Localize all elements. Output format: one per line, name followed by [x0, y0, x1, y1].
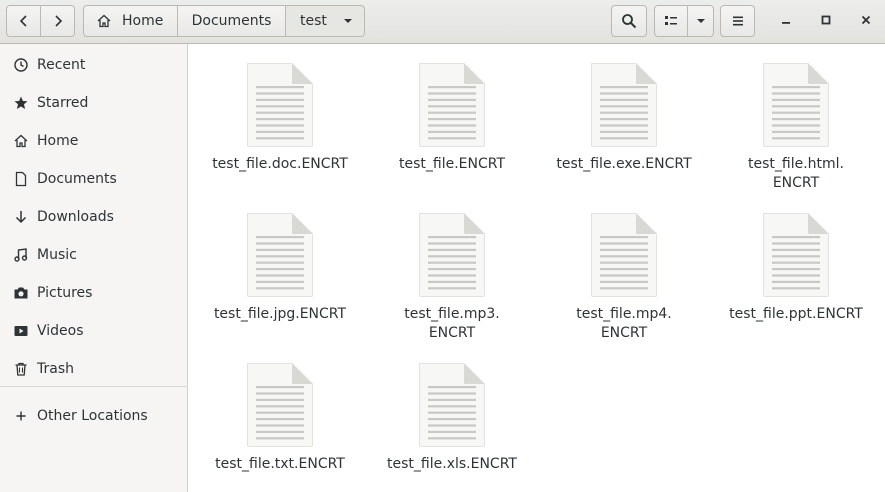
sidebar-item-other-locations[interactable]: Other Locations [0, 397, 187, 435]
file-item[interactable]: test_file.ppt.ENCRT [710, 194, 882, 324]
file-name-label: test_file.mp3. ENCRT [404, 306, 500, 341]
sidebar-item-videos[interactable]: Videos [0, 312, 187, 350]
view-options-button[interactable] [688, 5, 714, 37]
back-button[interactable] [6, 5, 41, 37]
menu-button[interactable] [720, 5, 755, 37]
sidebar-separator [0, 386, 187, 387]
list-view-icon [663, 13, 679, 29]
file-name-label: test_file.html. ENCRT [748, 156, 844, 191]
text-document-icon [418, 362, 486, 448]
file-item[interactable]: test_file.exe.ENCRT [538, 44, 710, 174]
sidebar-item-label: Music [37, 247, 77, 263]
download-icon [13, 209, 29, 225]
file-name-label: test_file.txt.ENCRT [215, 456, 345, 472]
sidebar-item-starred[interactable]: Starred [0, 84, 187, 122]
file-name-label: test_file.ppt.ENCRT [729, 306, 863, 322]
sidebar-item-downloads[interactable]: Downloads [0, 198, 187, 236]
file-name-label: test_file.ENCRT [398, 156, 505, 172]
trash-icon [13, 361, 29, 377]
breadcrumb-documents[interactable]: Documents [178, 5, 286, 37]
chevron-down-icon [696, 16, 706, 26]
sidebar-item-label: Home [37, 133, 79, 149]
video-icon [13, 323, 29, 339]
text-document-icon [590, 212, 658, 298]
path-bar: Home Documents test [83, 5, 365, 37]
text-document-icon [246, 62, 314, 148]
sidebar-item-trash[interactable]: Trash [0, 350, 187, 388]
file-name-label: test_file.exe.ENCRT [556, 156, 692, 172]
text-document-icon [762, 212, 830, 298]
file-item[interactable]: test_file.html. ENCRT [710, 44, 882, 193]
file-name-label: test_file.mp4. ENCRT [576, 306, 672, 341]
file-name-label: test_file.jpg.ENCRT [213, 306, 347, 322]
file-item[interactable]: test_file.jpg.ENCRT [194, 194, 366, 324]
close-icon [860, 14, 872, 30]
sidebar-item-documents[interactable]: Documents [0, 160, 187, 198]
file-item[interactable]: test_file.ENCRT [366, 44, 538, 174]
sidebar-item-label: Pictures [37, 285, 93, 301]
minimize-icon [780, 14, 792, 30]
sidebar-item-label: Other Locations [37, 408, 148, 424]
star-icon [13, 95, 29, 111]
sidebar-item-label: Starred [37, 95, 89, 111]
minimize-button[interactable] [776, 12, 796, 32]
file-grid: test_file.doc.ENCRT test_file.ENCRT test… [188, 44, 885, 492]
search-button[interactable] [611, 5, 647, 37]
sidebar: Recent Starred Home Documents Downloads … [0, 44, 188, 492]
hamburger-menu-icon [730, 13, 746, 29]
clock-icon [13, 57, 29, 73]
chevron-right-icon [50, 13, 66, 29]
breadcrumb-label: test [300, 13, 327, 29]
view-list-button[interactable] [654, 5, 688, 37]
text-document-icon [246, 362, 314, 448]
camera-icon [13, 285, 29, 301]
header-bar: Home Documents test [0, 0, 885, 44]
text-document-icon [418, 212, 486, 298]
breadcrumb-label: Documents [191, 13, 272, 29]
sidebar-item-recent[interactable]: Recent [0, 46, 187, 84]
maximize-icon [820, 14, 832, 30]
sidebar-item-label: Documents [37, 171, 117, 187]
text-document-icon [418, 62, 486, 148]
sidebar-item-label: Recent [37, 57, 86, 73]
chevron-left-icon [16, 13, 32, 29]
sidebar-item-pictures[interactable]: Pictures [0, 274, 187, 312]
document-icon [13, 171, 29, 187]
text-document-icon [246, 212, 314, 298]
forward-button[interactable] [41, 5, 75, 37]
home-icon [96, 13, 112, 29]
file-item[interactable]: test_file.txt.ENCRT [194, 344, 366, 474]
sidebar-item-label: Downloads [37, 209, 114, 225]
home-icon [13, 133, 29, 149]
search-icon [621, 13, 637, 29]
file-name-label: test_file.doc.ENCRT [212, 156, 348, 172]
sidebar-item-music[interactable]: Music [0, 236, 187, 274]
sidebar-item-label: Trash [37, 361, 74, 377]
file-item[interactable]: test_file.doc.ENCRT [194, 44, 366, 174]
breadcrumb-label: Home [122, 13, 164, 29]
file-item[interactable]: test_file.mp4. ENCRT [538, 194, 710, 343]
file-name-label: test_file.xls.ENCRT [387, 456, 517, 472]
plus-icon [13, 408, 29, 424]
maximize-button[interactable] [816, 12, 836, 32]
sidebar-item-label: Videos [37, 323, 84, 339]
sidebar-item-home[interactable]: Home [0, 122, 187, 160]
breadcrumb-home[interactable]: Home [83, 5, 178, 37]
music-icon [13, 247, 29, 263]
text-document-icon [762, 62, 830, 148]
file-item[interactable]: test_file.xls.ENCRT [366, 344, 538, 474]
breadcrumb-test[interactable]: test [286, 5, 365, 37]
text-document-icon [590, 62, 658, 148]
caret-down-icon [343, 16, 353, 26]
close-button[interactable] [856, 12, 876, 32]
file-item[interactable]: test_file.mp3. ENCRT [366, 194, 538, 343]
